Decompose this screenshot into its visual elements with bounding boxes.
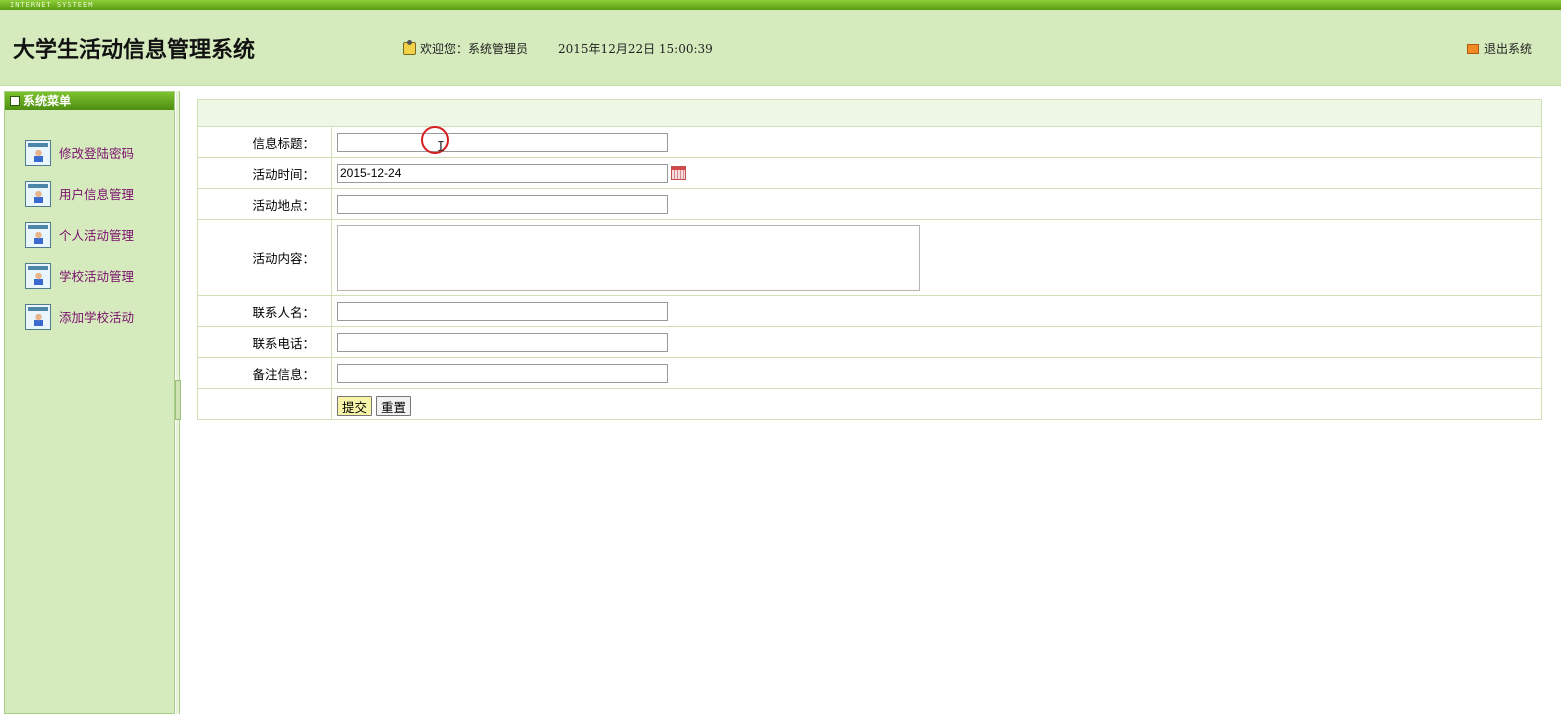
user-window-icon — [25, 303, 51, 330]
edit-icon — [10, 96, 20, 106]
sidebar-item-school-activities[interactable]: 学校活动管理 — [25, 255, 174, 296]
sidebar-item-label: 学校活动管理 — [59, 269, 135, 284]
contact-label: 联系人名： — [197, 295, 332, 327]
welcome-text: 欢迎您：系统管理员 — [420, 42, 529, 56]
text-cursor-icon: I — [437, 140, 445, 155]
user-lock-icon — [403, 40, 416, 55]
time-label: 活动时间： — [197, 157, 332, 189]
submit-button[interactable]: 提交 — [337, 395, 373, 416]
logout-label: 退出系统 — [1484, 42, 1533, 56]
form-row-time: 活动时间： — [197, 157, 1542, 189]
welcome-bar: 欢迎您：系统管理员 2015年12月22日 15:00:39 — [403, 40, 713, 57]
remark-label: 备注信息： — [197, 357, 332, 389]
splitter-handle[interactable] — [175, 380, 181, 420]
place-input[interactable] — [337, 194, 668, 214]
sidebar-title: 系统菜单 — [23, 94, 72, 108]
current-datetime: 2015年12月22日 15:00:39 — [558, 42, 713, 56]
activity-form: 信息标题： 活动时间： 活动地点： 活动内容： 联系人名： 联系电话： 备注信息… — [197, 99, 1542, 420]
place-label: 活动地点： — [197, 188, 332, 220]
header: 大学生活动信息管理系统 欢迎您：系统管理员 2015年12月22日 15:00:3… — [0, 10, 1561, 86]
sidebar-header: 系统菜单 — [5, 92, 174, 110]
user-window-icon — [25, 139, 51, 166]
logout-button[interactable]: 退出系统 — [1467, 40, 1532, 57]
phone-label: 联系电话： — [197, 326, 332, 358]
form-row-title: 信息标题： — [197, 126, 1542, 158]
user-window-icon — [25, 262, 51, 289]
system-title: 大学生活动信息管理系统 — [13, 37, 256, 63]
calendar-icon[interactable] — [671, 166, 686, 180]
logout-arrow-icon — [1467, 44, 1479, 54]
top-strip: INTERNET SYSTEEM — [0, 0, 1561, 10]
contact-input[interactable] — [337, 301, 668, 321]
title-input[interactable] — [337, 132, 668, 152]
form-header-row — [197, 99, 1542, 127]
content-label: 活动内容： — [197, 219, 332, 296]
sidebar-menu: 修改登陆密码 用户信息管理 个人活动管理 学校活动管理 添加学校活动 — [5, 110, 174, 337]
form-row-content: 活动内容： — [197, 219, 1542, 296]
form-row-actions: 提交 重置 — [197, 388, 1542, 420]
sidebar-item-user-management[interactable]: 用户信息管理 — [25, 173, 174, 214]
remark-input[interactable] — [337, 363, 668, 383]
form-row-contact: 联系人名： — [197, 295, 1542, 327]
form-row-place: 活动地点： — [197, 188, 1542, 220]
top-strip-text: INTERNET SYSTEEM — [10, 1, 94, 9]
sidebar-item-add-school-activity[interactable]: 添加学校活动 — [25, 296, 174, 337]
sidebar-item-personal-activities[interactable]: 个人活动管理 — [25, 214, 174, 255]
reset-button[interactable]: 重置 — [376, 395, 412, 416]
user-window-icon — [25, 180, 51, 207]
sidebar-item-change-password[interactable]: 修改登陆密码 — [25, 132, 174, 173]
content-textarea[interactable] — [337, 225, 920, 291]
form-row-phone: 联系电话： — [197, 326, 1542, 358]
time-input[interactable] — [337, 163, 668, 183]
user-window-icon — [25, 221, 51, 248]
form-row-remark: 备注信息： — [197, 357, 1542, 389]
sidebar-item-label: 修改登陆密码 — [59, 146, 135, 161]
sidebar-item-label: 用户信息管理 — [59, 187, 135, 202]
sidebar-item-label: 个人活动管理 — [59, 228, 135, 243]
sidebar: 系统菜单 修改登陆密码 用户信息管理 个人活动管理 学校活动管理 添加学校活动 — [4, 91, 175, 714]
title-label: 信息标题： — [197, 126, 332, 158]
phone-input[interactable] — [337, 332, 668, 352]
sidebar-item-label: 添加学校活动 — [59, 310, 135, 325]
